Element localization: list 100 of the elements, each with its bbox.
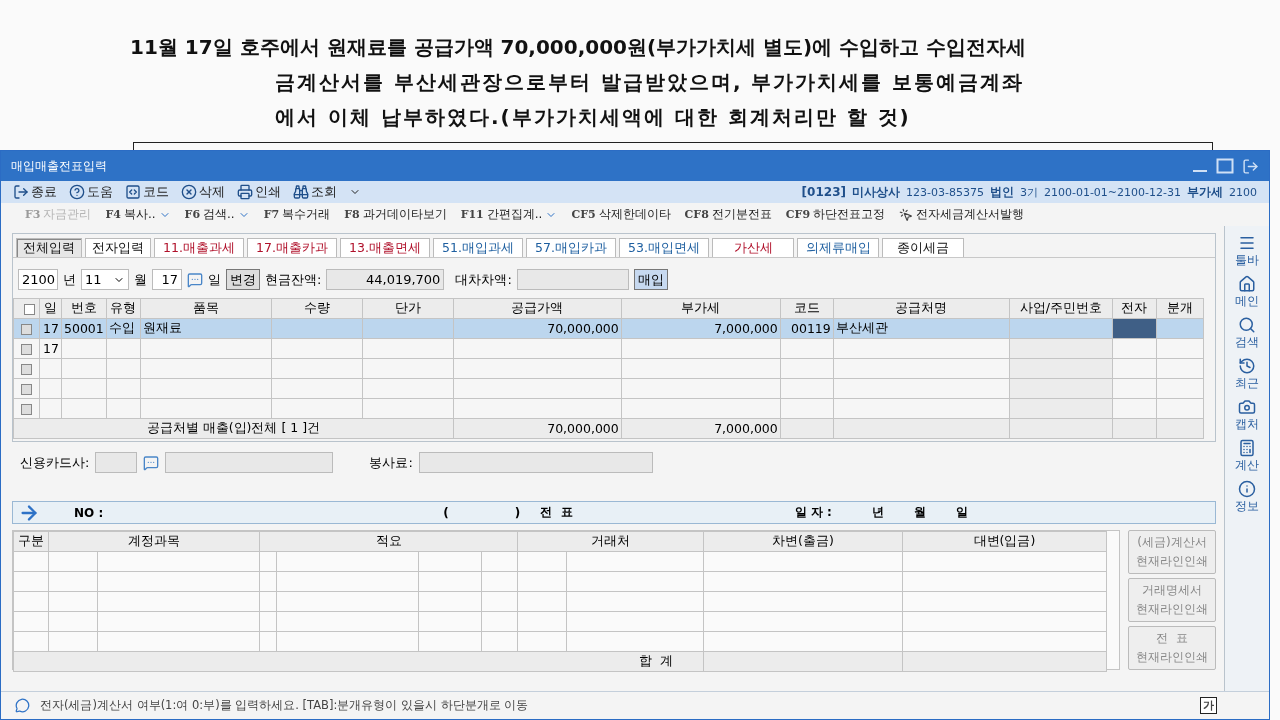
binoculars-icon	[293, 184, 309, 200]
month-dropdown[interactable]: 11	[81, 269, 129, 290]
column-header: 단가	[362, 298, 454, 319]
service-fee-label: 봉사료:	[369, 453, 413, 472]
company-name: 미사상사	[852, 183, 900, 201]
mode-button[interactable]: 매입	[633, 269, 668, 290]
sidebar-button[interactable]: 최근	[1235, 357, 1259, 392]
sidebar-button[interactable]: 정보	[1235, 480, 1259, 515]
card-company-label: 신용카드사:	[20, 453, 90, 472]
tab[interactable]: 가산세	[712, 238, 794, 257]
toolbar-button[interactable]: 조회	[293, 183, 337, 201]
summary-label: 공급처별 매출(입)전체 [ 1 ]건	[146, 420, 321, 435]
sidebar-button[interactable]: 검색	[1235, 316, 1259, 351]
message-icon	[15, 698, 30, 713]
tab[interactable]: 전자입력	[85, 238, 151, 257]
help-icon	[69, 184, 85, 200]
status-message: 전자(세금)계산서 여부(1:여 0:부)를 입력하세요. [TAB]:분개유형이 있을시 하단분개로 이동	[40, 698, 529, 713]
table-cell: 00119	[791, 321, 831, 336]
entity-type: 법인	[989, 183, 1014, 201]
sidebar-button[interactable]: 계산	[1235, 439, 1259, 474]
tab[interactable]: 53.매입면세	[619, 238, 709, 257]
checkbox[interactable]	[21, 324, 32, 335]
function-key-button[interactable]: CF9 하단전표고정	[785, 206, 886, 223]
delete-icon	[181, 184, 197, 200]
column-header: 분개	[1156, 298, 1204, 319]
sidebar-button[interactable]: 캡처	[1235, 398, 1259, 433]
table-cell: 원재료	[142, 320, 182, 335]
toolbar-button[interactable]: 종료	[13, 183, 57, 201]
card-code-field[interactable]	[95, 452, 138, 473]
history-icon	[1238, 357, 1256, 375]
checkbox[interactable]	[21, 364, 32, 375]
checkbox[interactable]	[23, 304, 35, 315]
tab[interactable]: 57.매입카과	[526, 238, 616, 257]
sidebar-button[interactable]: 툴바	[1235, 234, 1259, 269]
fiscal-term: 3기	[1019, 184, 1038, 200]
column-header: 부가세	[621, 298, 781, 319]
input-mode-indicator: 가	[1200, 697, 1217, 714]
table-cell: 부산세관	[835, 320, 888, 335]
toolbar-button[interactable]: 인쇄	[237, 183, 281, 201]
date-label: 일 자 :	[794, 504, 832, 521]
month-label: 월	[913, 504, 926, 521]
toolbar-button[interactable]: 삭제	[181, 183, 225, 201]
function-key-button[interactable]: CF8 전기분전표	[684, 206, 772, 223]
table-row[interactable]: 17	[13, 338, 1204, 359]
calculator-icon	[1238, 439, 1256, 457]
day-label: 일	[955, 504, 968, 521]
tab[interactable]: 51.매입과세	[433, 238, 523, 257]
function-key-button[interactable]: F6 검색..	[184, 206, 250, 223]
table-cell: 17	[43, 341, 59, 356]
function-key-button[interactable]: 전자세금계산서발행	[899, 206, 1025, 223]
day-field[interactable]: 17	[152, 269, 182, 290]
tab[interactable]: 11.매출과세	[154, 238, 244, 257]
table-cell: 17	[43, 321, 59, 336]
exit-icon[interactable]	[1242, 157, 1259, 175]
tab[interactable]: 13.매출면세	[340, 238, 430, 257]
tab[interactable]: 전체입력	[16, 238, 82, 257]
month-label: 월	[134, 270, 147, 289]
column-header: 공급가액	[453, 298, 622, 319]
service-fee-field[interactable]	[418, 452, 653, 473]
column-header: 유형	[106, 298, 141, 319]
tab[interactable]: 의제류매입	[797, 238, 879, 257]
code-icon	[125, 184, 141, 200]
tab[interactable]: 17.매출카과	[247, 238, 337, 257]
year-label: 년	[63, 270, 76, 289]
table-row[interactable]: 17 50001 수입 원재료 70,000,000 7,000,000 00119 부산세관	[13, 318, 1204, 339]
toolbar-button[interactable]: 도움	[69, 183, 113, 201]
memo-icon[interactable]	[187, 271, 203, 288]
column-header: 사업/주민번호	[1009, 298, 1113, 319]
sidebar-button[interactable]: 메인	[1235, 275, 1259, 310]
question-text: 금계산서를 부산세관장으로부터 발급받았으며, 부가가치세를 보통예금계좌	[274, 69, 1026, 96]
tab[interactable]: 종이세금	[882, 238, 964, 257]
question-text: 11월 17일 호주에서 원재료를 공급가액 70,000,000원(부가가치세 별도)에 수입하고 수입전자세	[130, 34, 1028, 61]
question-text: 에서 이체 납부하였다.(부가가치세액에 대한 회계처리만 할 것)	[274, 104, 912, 131]
column-header: 코드	[780, 298, 834, 319]
memo-icon[interactable]	[143, 454, 160, 471]
function-key-button[interactable]: F11 간편집계..	[460, 206, 558, 223]
fiscal-period: 2100-01-01~2100-12-31	[1043, 185, 1181, 199]
function-key-button[interactable]: F4 복사..	[105, 206, 171, 223]
column-header: 대변(입금)	[902, 531, 1107, 552]
column-header: 구분	[13, 531, 49, 552]
toolbar-button[interactable]: 코드	[125, 183, 169, 201]
maximize-icon[interactable]	[1216, 158, 1234, 174]
checkbox[interactable]	[21, 344, 32, 355]
year-field[interactable]: 2100	[18, 269, 58, 290]
total-label: 합 계	[639, 653, 673, 668]
change-button[interactable]: 변경	[226, 269, 260, 290]
function-key-button[interactable]: F8 과거데이타보기	[344, 206, 447, 223]
table-cell: 50001	[64, 321, 104, 336]
mouse-icon	[899, 207, 914, 222]
table-row[interactable]	[13, 358, 1204, 379]
checkbox[interactable]	[21, 384, 32, 395]
registration-number: 123-03-85375	[906, 185, 984, 199]
day-label: 일	[208, 270, 221, 289]
checkbox[interactable]	[21, 404, 32, 415]
table-row[interactable]	[13, 378, 1204, 399]
function-key-button[interactable]: CF5 삭제한데이타	[571, 206, 671, 223]
table-row[interactable]	[13, 398, 1204, 419]
function-key-button[interactable]: F7 복수거래	[263, 206, 331, 223]
home-icon	[1238, 275, 1256, 293]
exit-icon	[13, 184, 29, 200]
